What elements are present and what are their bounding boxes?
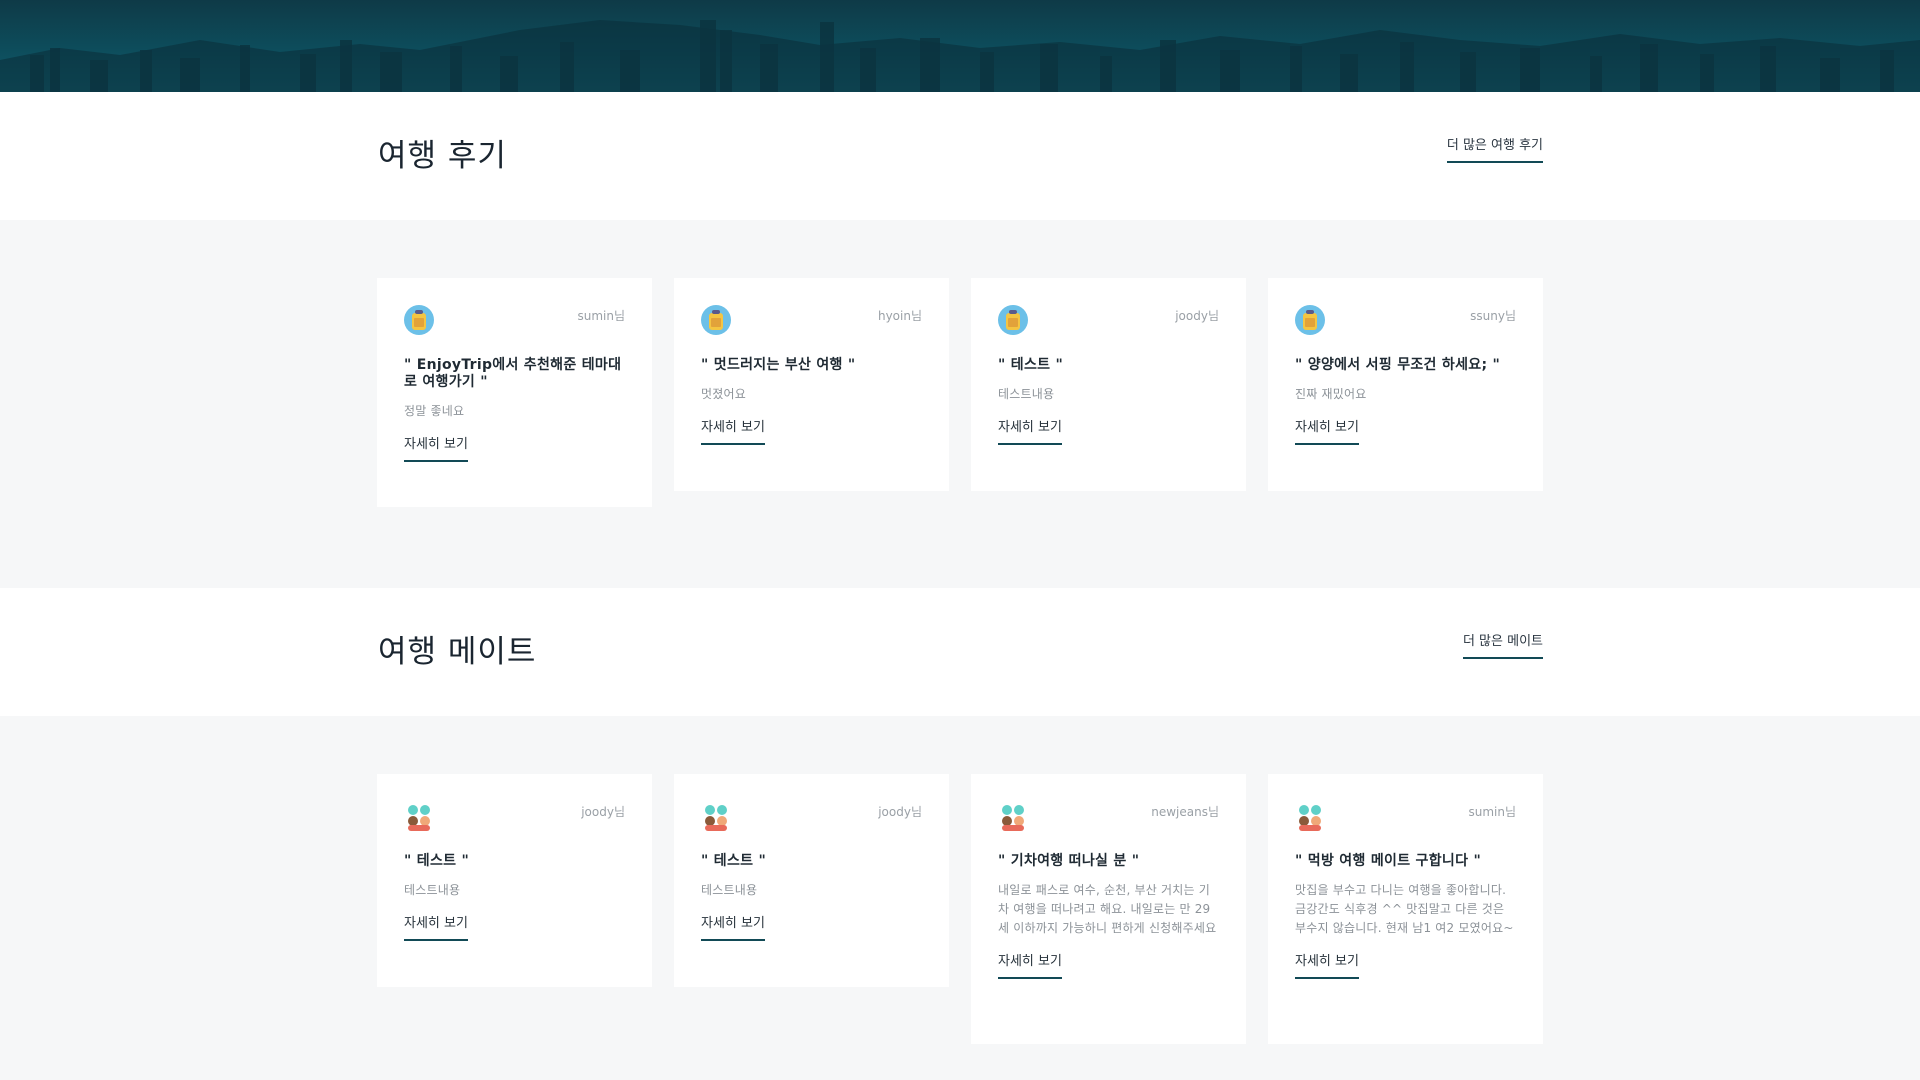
review-title: " 양양에서 서핑 무조건 하세요; " <box>1295 357 1501 373</box>
mate-title: " 테스트 " <box>404 853 470 869</box>
traveler-bag-icon <box>403 304 435 336</box>
reviews-band: sumin님 " EnjoyTrip에서 추천해준 테마대로 여행가기 " 정말… <box>0 220 1920 588</box>
review-detail-link[interactable]: 자세히 보기 <box>404 433 468 462</box>
review-body: 진짜 재밌어요 <box>1295 387 1367 401</box>
review-body: 정말 좋네요 <box>404 404 465 418</box>
mates-band: joody님 " 테스트 " 테스트내용 자세히 보기 joody님 " 테스트… <box>0 716 1920 1080</box>
mate-card: newjeans님 " 기차여행 떠나실 분 " 내일로 패스로 여수, 순천,… <box>971 774 1246 1044</box>
mate-author: sumin님 <box>1468 805 1516 819</box>
mate-detail-link[interactable]: 자세히 보기 <box>1295 950 1359 979</box>
mate-body: 테스트내용 <box>404 883 461 897</box>
two-people-icon <box>403 800 435 832</box>
mate-detail-link[interactable]: 자세히 보기 <box>701 912 765 941</box>
review-title: " EnjoyTrip에서 추천해준 테마대로 여행가기 " <box>404 357 622 390</box>
review-body: 테스트내용 <box>998 387 1055 401</box>
mate-title: " 테스트 " <box>701 853 767 869</box>
two-people-icon <box>700 800 732 832</box>
review-detail-link[interactable]: 자세히 보기 <box>1295 416 1359 445</box>
mate-detail-link[interactable]: 자세히 보기 <box>998 950 1062 979</box>
mate-detail-link[interactable]: 자세히 보기 <box>404 912 468 941</box>
traveler-bag-icon <box>1294 304 1326 336</box>
city-skyline-image <box>0 20 1920 92</box>
two-people-icon <box>1294 800 1326 832</box>
hero-banner <box>0 0 1920 92</box>
review-detail-link[interactable]: 자세히 보기 <box>998 416 1062 445</box>
mate-body: 내일로 패스로 여수, 순천, 부산 거치는 기차 여행을 떠나려고 해요. 내… <box>998 883 1217 935</box>
review-card: ssuny님 " 양양에서 서핑 무조건 하세요; " 진짜 재밌어요 자세히 … <box>1268 278 1543 491</box>
mates-section-header: 여행 메이트 더 많은 메이트 <box>0 588 1920 716</box>
more-reviews-link[interactable]: 더 많은 여행 후기 <box>1446 134 1543 163</box>
reviews-section-header: 여행 후기 더 많은 여행 후기 <box>0 92 1920 220</box>
review-author: ssuny님 <box>1470 309 1516 323</box>
review-author: joody님 <box>1175 309 1219 323</box>
mate-body: 테스트내용 <box>701 883 758 897</box>
review-card: sumin님 " EnjoyTrip에서 추천해준 테마대로 여행가기 " 정말… <box>377 278 652 507</box>
more-mates-link[interactable]: 더 많은 메이트 <box>1462 630 1543 659</box>
mate-card: sumin님 " 먹방 여행 메이트 구합니다 " 맛집을 부수고 다니는 여행… <box>1268 774 1543 1044</box>
review-detail-link[interactable]: 자세히 보기 <box>701 416 765 445</box>
review-title: " 멋드러지는 부산 여행 " <box>701 357 856 373</box>
mate-card: joody님 " 테스트 " 테스트내용 자세히 보기 <box>377 774 652 987</box>
mate-title: " 먹방 여행 메이트 구합니다 " <box>1295 853 1482 869</box>
review-title: " 테스트 " <box>998 357 1064 373</box>
two-people-icon <box>997 800 1029 832</box>
review-author: sumin님 <box>577 309 625 323</box>
mate-author: joody님 <box>581 805 625 819</box>
traveler-bag-icon <box>997 304 1029 336</box>
mates-section-title: 여행 메이트 <box>378 634 537 670</box>
mate-body: 맛집을 부수고 다니는 여행을 좋아합니다. 금강간도 식후경 ^^ 맛집말고 … <box>1295 883 1514 935</box>
review-author: hyoin님 <box>877 309 922 323</box>
review-card: joody님 " 테스트 " 테스트내용 자세히 보기 <box>971 278 1246 491</box>
traveler-bag-icon <box>700 304 732 336</box>
review-body: 멋졌어요 <box>701 387 746 401</box>
mate-card: joody님 " 테스트 " 테스트내용 자세히 보기 <box>674 774 949 987</box>
mate-author: joody님 <box>878 805 922 819</box>
review-card: hyoin님 " 멋드러지는 부산 여행 " 멋졌어요 자세히 보기 <box>674 278 949 491</box>
reviews-section-title: 여행 후기 <box>378 138 507 174</box>
mate-author: newjeans님 <box>1151 805 1219 819</box>
mate-title: " 기차여행 떠나실 분 " <box>998 853 1140 869</box>
